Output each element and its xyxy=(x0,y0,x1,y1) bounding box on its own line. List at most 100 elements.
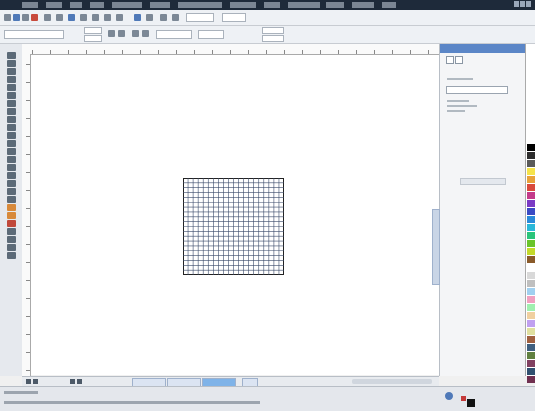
color-swatch[interactable] xyxy=(527,192,535,199)
tool-icon[interactable] xyxy=(7,180,16,187)
tool-icon[interactable] xyxy=(7,228,16,235)
prev-page-icon[interactable] xyxy=(33,379,38,384)
toolbar-icon[interactable] xyxy=(80,14,87,21)
close-icon[interactable] xyxy=(526,1,531,7)
color-swatch[interactable] xyxy=(527,320,535,327)
toolbar-icon[interactable] xyxy=(104,14,111,21)
tool-icon[interactable] xyxy=(7,68,16,75)
docker-tab[interactable] xyxy=(432,209,440,285)
toolbar-icon[interactable] xyxy=(160,14,167,21)
color-swatch[interactable] xyxy=(527,144,535,151)
color-swatch[interactable] xyxy=(527,232,535,239)
color-swatch[interactable] xyxy=(527,272,535,279)
tool-icon[interactable] xyxy=(7,100,16,107)
toolbar-icon[interactable] xyxy=(172,14,179,21)
settings-icon[interactable] xyxy=(455,56,463,64)
docker-button[interactable] xyxy=(460,178,506,185)
outline-color-swatch[interactable] xyxy=(467,399,475,407)
color-swatch[interactable] xyxy=(527,328,535,335)
toolbar-icon[interactable] xyxy=(56,14,63,21)
fill-color-swatch[interactable] xyxy=(461,396,466,401)
color-swatch[interactable] xyxy=(527,296,535,303)
color-swatch[interactable] xyxy=(527,336,535,343)
tool-icon[interactable] xyxy=(7,84,16,91)
orientation-icon[interactable] xyxy=(142,30,149,37)
orientation-icon[interactable] xyxy=(132,30,139,37)
color-swatch[interactable] xyxy=(527,200,535,207)
tool-icon[interactable] xyxy=(7,188,16,195)
menu-item[interactable] xyxy=(70,2,82,8)
color-swatch[interactable] xyxy=(527,176,535,183)
tool-icon[interactable] xyxy=(7,164,16,171)
menu-item[interactable] xyxy=(46,2,62,8)
width-field[interactable] xyxy=(84,27,102,34)
duplicate-x-field[interactable] xyxy=(262,27,284,34)
tool-icon[interactable] xyxy=(7,212,16,219)
color-swatch[interactable] xyxy=(527,216,535,223)
tool-icon[interactable] xyxy=(7,124,16,131)
tool-icon[interactable] xyxy=(7,244,16,251)
tool-icon[interactable] xyxy=(7,108,16,115)
color-swatch[interactable] xyxy=(527,376,535,383)
tool-icon[interactable] xyxy=(7,92,16,99)
tool-icon[interactable] xyxy=(7,252,16,259)
horizontal-ruler[interactable] xyxy=(22,44,439,55)
color-swatch[interactable] xyxy=(527,248,535,255)
tool-icon[interactable] xyxy=(7,172,16,179)
menu-item[interactable] xyxy=(288,2,320,8)
minimize-icon[interactable] xyxy=(514,1,519,7)
color-swatch[interactable] xyxy=(527,224,535,231)
toolbar-icon[interactable] xyxy=(68,14,75,21)
tool-icon[interactable] xyxy=(7,236,16,243)
color-swatch[interactable] xyxy=(527,288,535,295)
tool-icon[interactable] xyxy=(7,148,16,155)
tool-icon[interactable] xyxy=(7,116,16,123)
tool-icon[interactable] xyxy=(7,156,16,163)
tool-icon[interactable] xyxy=(7,132,16,139)
menu-item[interactable] xyxy=(382,2,396,8)
toolbar-icon[interactable] xyxy=(146,14,153,21)
color-swatch[interactable] xyxy=(527,240,535,247)
color-swatch[interactable] xyxy=(527,344,535,351)
color-swatch[interactable] xyxy=(527,360,535,367)
tool-icon[interactable] xyxy=(7,52,16,59)
status-icon[interactable] xyxy=(445,392,453,400)
tool-icon[interactable] xyxy=(7,140,16,147)
duplicate-y-field[interactable] xyxy=(262,35,284,42)
toolbar-icon[interactable] xyxy=(13,14,20,21)
menu-item[interactable] xyxy=(230,2,256,8)
toolbar-icon[interactable] xyxy=(31,14,38,21)
grid-object[interactable] xyxy=(183,178,284,275)
color-swatch[interactable] xyxy=(527,352,535,359)
menu-item[interactable] xyxy=(326,2,344,8)
tool-icon[interactable] xyxy=(7,60,16,67)
last-page-icon[interactable] xyxy=(77,379,82,384)
toolbar-icon[interactable] xyxy=(116,14,123,21)
snap-field[interactable] xyxy=(222,13,246,22)
document-icon[interactable] xyxy=(446,56,454,64)
toolbar-icon[interactable] xyxy=(92,14,99,21)
vertical-ruler[interactable] xyxy=(22,54,31,376)
toolbar-icon[interactable] xyxy=(22,14,29,21)
menu-item[interactable] xyxy=(112,2,142,8)
color-swatch[interactable] xyxy=(527,264,535,271)
zoom-field[interactable] xyxy=(186,13,214,22)
menu-item[interactable] xyxy=(90,2,104,8)
color-swatch[interactable] xyxy=(527,168,535,175)
menu-item[interactable] xyxy=(264,2,280,8)
window-controls[interactable] xyxy=(513,1,531,9)
color-swatch[interactable] xyxy=(527,280,535,287)
menu-item[interactable] xyxy=(352,2,374,8)
color-swatch[interactable] xyxy=(527,152,535,159)
units-select[interactable] xyxy=(156,30,192,39)
orientation-icon[interactable] xyxy=(108,30,115,37)
color-swatch[interactable] xyxy=(527,256,535,263)
docker-select[interactable] xyxy=(446,86,508,94)
color-swatch[interactable] xyxy=(527,208,535,215)
color-swatch[interactable] xyxy=(527,304,535,311)
menu-item[interactable] xyxy=(150,2,170,8)
next-page-icon[interactable] xyxy=(70,379,75,384)
first-page-icon[interactable] xyxy=(26,379,31,384)
color-swatch[interactable] xyxy=(527,160,535,167)
tool-icon[interactable] xyxy=(7,220,16,227)
